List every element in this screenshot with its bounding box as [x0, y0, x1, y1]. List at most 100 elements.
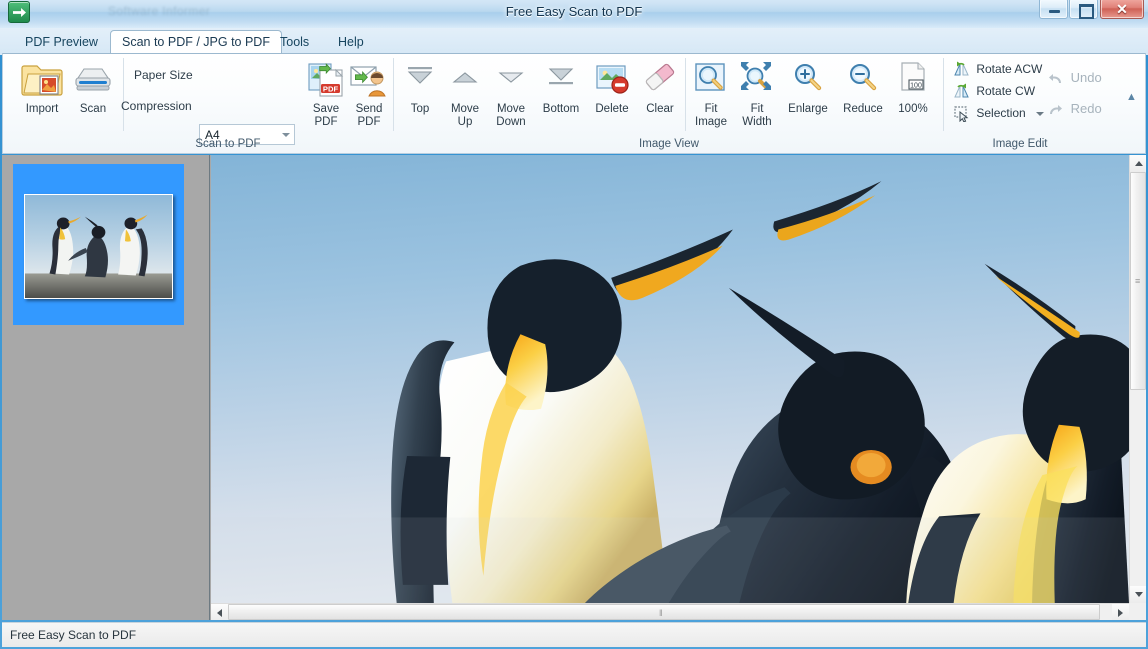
move-top-button[interactable]: Top	[397, 58, 443, 116]
image-viewer: ≡ ‖	[211, 155, 1146, 620]
undo-button[interactable]: Undo	[1047, 68, 1102, 87]
status-message: Free Easy Scan to PDF	[10, 628, 136, 642]
clear-label: Clear	[637, 100, 683, 116]
scroll-down-button[interactable]	[1130, 586, 1146, 603]
fit-width-label: Fit Width	[734, 100, 780, 129]
move-up-button[interactable]: Move Up	[443, 58, 487, 129]
send-pdf-label: Send PDF	[347, 100, 391, 129]
scrollbar-corner	[1129, 603, 1146, 620]
move-up-icon	[450, 58, 480, 100]
enlarge-button[interactable]: Enlarge	[780, 58, 836, 116]
ribbon-toolbar: ▲ Import	[2, 53, 1146, 154]
tab-pdf-preview[interactable]: PDF Preview	[14, 30, 109, 55]
group-label-scan-to-pdf: Scan to PDF	[63, 138, 393, 150]
rotate-cw-label: Rotate CW	[976, 84, 1035, 98]
scroll-right-button[interactable]	[1112, 604, 1129, 620]
ribbon-group-image-edit: Rotate ACW Rotate CW	[945, 54, 1145, 153]
fit-image-label: Fit Image	[688, 100, 734, 129]
horizontal-scrollbar[interactable]: ‖	[211, 603, 1129, 620]
move-down-icon	[496, 58, 526, 100]
chevron-down-icon	[282, 133, 290, 137]
move-up-label: Move Up	[443, 100, 487, 129]
rotate-cw-icon	[953, 83, 970, 100]
delete-button[interactable]: Delete	[587, 58, 637, 116]
title-bar: Software Informer Free Easy Scan to PDF …	[0, 0, 1148, 28]
chevron-down-icon[interactable]	[1036, 112, 1044, 116]
actual-size-icon: 100	[893, 58, 933, 100]
selection-label: Selection	[976, 106, 1025, 120]
vertical-scroll-thumb[interactable]: ≡	[1130, 172, 1146, 390]
rotate-cw-button[interactable]: Rotate CW	[953, 82, 1035, 101]
move-down-button[interactable]: Move Down	[487, 58, 535, 129]
scan-label: Scan	[69, 100, 117, 116]
redo-label: Redo	[1071, 101, 1102, 116]
tab-help[interactable]: Help	[327, 30, 375, 55]
rotate-acw-icon	[953, 61, 970, 78]
ribbon-group-image-view: Top Move Up Move Down	[395, 54, 943, 153]
scroll-grip: ≡	[1135, 277, 1140, 286]
three-king-penguins-photo[interactable]	[211, 155, 1129, 603]
close-icon: ✕	[1101, 1, 1143, 18]
move-bottom-label: Bottom	[535, 100, 587, 116]
svg-text:100: 100	[910, 82, 922, 89]
send-pdf-icon	[349, 58, 389, 100]
eraser-icon	[640, 58, 680, 100]
zoom-out-icon	[843, 58, 883, 100]
enlarge-label: Enlarge	[780, 100, 836, 116]
send-pdf-button[interactable]: Send PDF	[347, 58, 391, 129]
move-bottom-button[interactable]: Bottom	[535, 58, 587, 116]
selection-icon	[953, 105, 970, 122]
minimize-button[interactable]	[1039, 0, 1068, 19]
group-label-image-edit: Image Edit	[945, 138, 1095, 150]
status-bar: Free Easy Scan to PDF	[2, 622, 1146, 647]
maximize-button[interactable]	[1069, 0, 1098, 19]
paper-size-label: Paper Size	[134, 68, 193, 82]
scroll-grip: ‖	[659, 609, 662, 618]
actual-size-label: 100%	[890, 100, 936, 116]
delete-image-icon	[592, 58, 632, 100]
save-pdf-button[interactable]: PDF Save PDF	[303, 58, 349, 129]
clear-button[interactable]: Clear	[637, 58, 683, 116]
undo-label: Undo	[1071, 70, 1102, 85]
import-button[interactable]: Import	[15, 58, 69, 116]
scanner-icon	[71, 58, 115, 100]
import-folder-icon	[20, 58, 64, 100]
ribbon-tab-strip: PDF Preview Scan to PDF / JPG to PDF Too…	[0, 28, 1148, 55]
move-top-icon	[405, 58, 435, 100]
delete-label: Delete	[587, 100, 637, 116]
page-thumbnail-list[interactable]	[2, 155, 210, 620]
move-down-label: Move Down	[487, 100, 535, 129]
rotate-acw-label: Rotate ACW	[976, 62, 1042, 76]
scroll-left-button[interactable]	[211, 604, 228, 620]
rotate-acw-button[interactable]: Rotate ACW	[953, 60, 1042, 79]
horizontal-scroll-thumb[interactable]: ‖	[228, 604, 1100, 620]
list-item[interactable]	[13, 164, 184, 325]
reduce-button[interactable]: Reduce	[836, 58, 890, 116]
fit-width-button[interactable]: Fit Width	[734, 58, 780, 129]
application-window: Software Informer Free Easy Scan to PDF …	[0, 0, 1148, 649]
move-bottom-icon	[546, 58, 576, 100]
fit-image-icon	[691, 58, 731, 100]
reduce-label: Reduce	[836, 100, 890, 116]
zoom-in-icon	[788, 58, 828, 100]
redo-button[interactable]: Redo	[1047, 99, 1102, 118]
svg-text:PDF: PDF	[323, 84, 339, 93]
selection-button[interactable]: Selection	[953, 104, 1044, 123]
import-label: Import	[15, 100, 69, 116]
redo-icon	[1047, 101, 1064, 118]
workspace: ≡ ‖	[2, 155, 1146, 620]
tab-tools[interactable]: Tools	[269, 30, 320, 55]
window-title: Free Easy Scan to PDF	[0, 4, 1148, 19]
save-pdf-icon: PDF	[306, 58, 346, 100]
move-top-label: Top	[397, 100, 443, 116]
vertical-scrollbar[interactable]: ≡	[1129, 155, 1146, 603]
group-label-image-view: Image View	[395, 138, 943, 150]
penguins-thumbnail-image	[24, 194, 173, 299]
scan-button[interactable]: Scan	[69, 58, 117, 116]
save-pdf-label: Save PDF	[303, 100, 349, 129]
close-button[interactable]: ✕	[1100, 0, 1144, 19]
scroll-up-button[interactable]	[1130, 155, 1146, 172]
actual-size-button[interactable]: 100 100%	[890, 58, 936, 116]
fit-image-button[interactable]: Fit Image	[688, 58, 734, 129]
compression-label: Compression	[121, 99, 192, 113]
